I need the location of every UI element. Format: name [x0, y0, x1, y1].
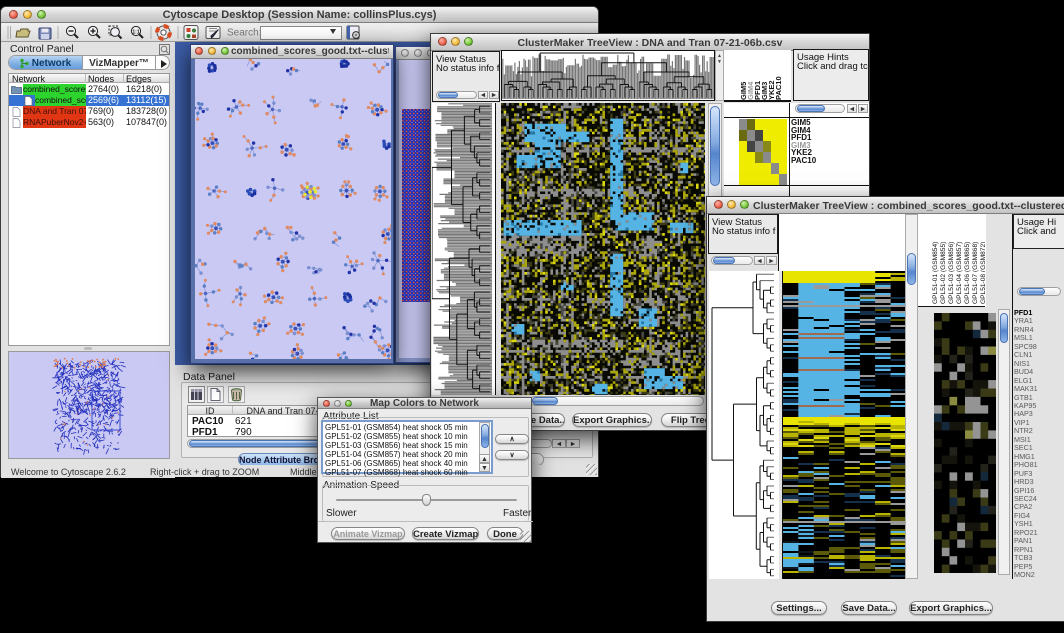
- svg-text:PAC10: PAC10: [774, 76, 783, 100]
- svg-text:GPL51-08 (GSM872): GPL51-08 (GSM872): [980, 242, 985, 304]
- svg-text:GPL51-02 (GSM855): GPL51-02 (GSM855): [940, 242, 947, 304]
- svg-text:GPL51-07 (GSM868): GPL51-07 (GSM868): [972, 242, 979, 304]
- svg-text:GPL51-03 (GSM856): GPL51-03 (GSM856): [948, 242, 955, 304]
- svg-text:GPL51-06 (GSM865): GPL51-06 (GSM865): [964, 242, 971, 304]
- svg-text:1:1: 1:1: [132, 30, 139, 36]
- svg-text:Search:: Search:: [227, 28, 261, 39]
- svg-text:GPL51-01 (GSM854): GPL51-01 (GSM854): [932, 242, 939, 304]
- svg-text:GPL51-04 (GSM857): GPL51-04 (GSM857): [956, 242, 963, 304]
